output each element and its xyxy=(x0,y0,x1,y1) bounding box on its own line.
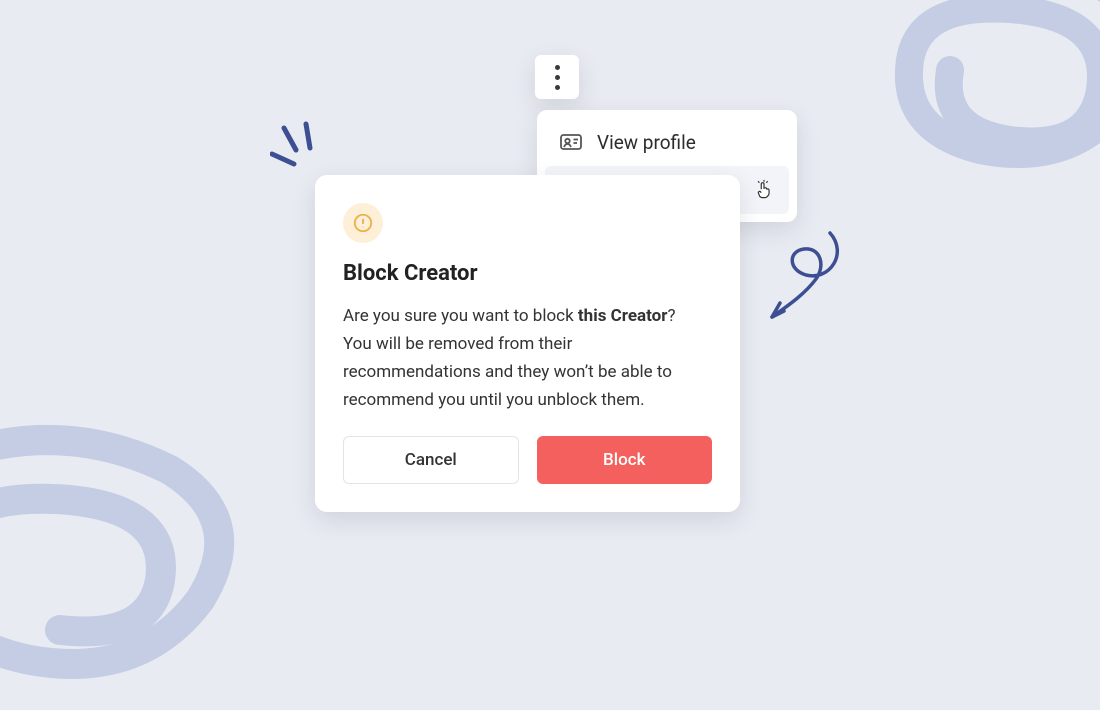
profile-card-icon xyxy=(559,130,583,154)
cancel-button-label: Cancel xyxy=(405,450,457,470)
more-options-button[interactable] xyxy=(535,55,579,99)
dialog-body-prefix: Are you sure you want to block xyxy=(343,306,578,326)
decorative-scribble-bottom-left xyxy=(0,410,250,710)
decorative-arrow xyxy=(760,225,850,345)
dialog-body: Are you sure you want to block this Crea… xyxy=(343,302,703,414)
decorative-scribble-top-right xyxy=(870,0,1100,220)
cancel-button[interactable]: Cancel xyxy=(343,436,519,484)
dialog-button-row: Cancel Block xyxy=(343,436,712,484)
block-creator-dialog: Block Creator Are you sure you want to b… xyxy=(315,175,740,512)
dialog-body-bold: this Creator xyxy=(578,306,668,326)
warning-icon xyxy=(343,203,383,243)
menu-item-view-profile[interactable]: View profile xyxy=(545,118,789,166)
block-button[interactable]: Block xyxy=(537,436,713,484)
block-button-label: Block xyxy=(603,450,645,470)
pointer-cursor-icon xyxy=(753,179,775,201)
dialog-title: Block Creator xyxy=(343,261,712,286)
menu-item-label: View profile xyxy=(597,131,696,154)
more-vertical-icon xyxy=(555,62,560,92)
